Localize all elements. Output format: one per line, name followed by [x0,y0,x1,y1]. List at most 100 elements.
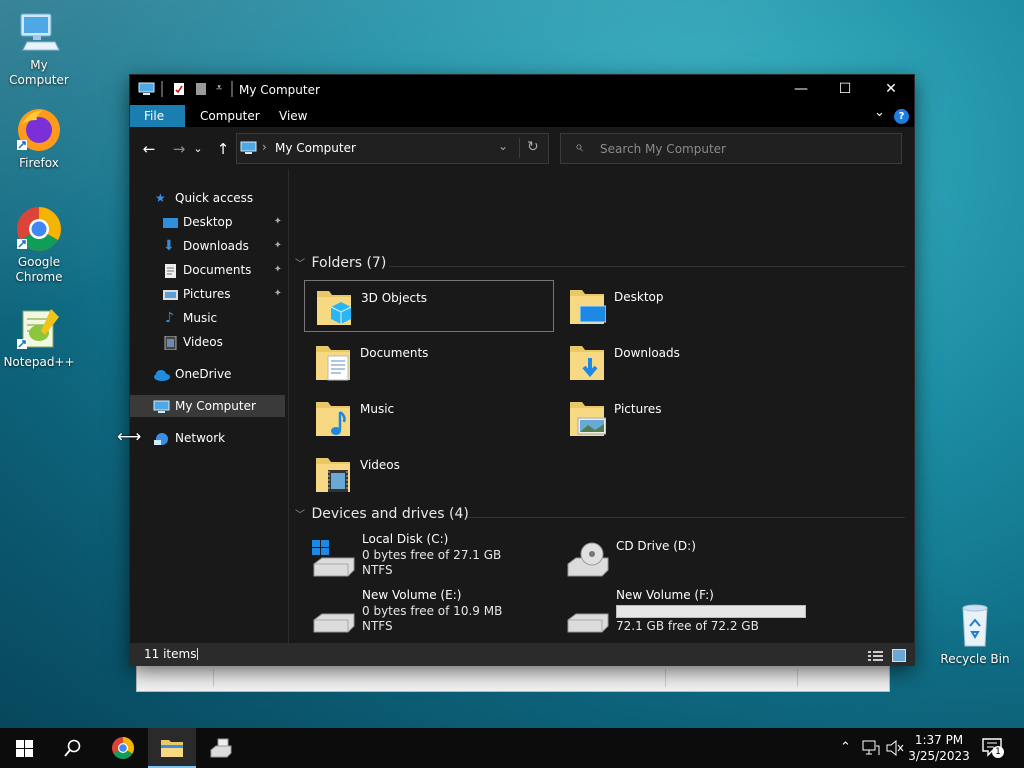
music-icon: ♪ [165,310,174,326]
tab-view[interactable]: View [265,105,321,127]
document-icon [163,263,178,278]
windows-drive-icon [310,540,356,578]
sidebar-item-my-computer[interactable]: My Computer [130,395,285,417]
refresh-icon[interactable]: ↻ [527,139,539,155]
folder-videos[interactable]: Videos [304,448,552,498]
folder-pictures[interactable]: Pictures [558,392,806,442]
navigation-bar: ← → ⌄ ↑ › My Computer ⌄ ↻ ⌕ Search My Co… [130,127,914,169]
pin-icon: ✦ [273,240,282,251]
desktop-icon-recycle-bin[interactable]: Recycle Bin [936,602,1014,667]
drive-e[interactable]: New Volume (E:) 0 bytes free of 10.9 MB … [306,588,556,640]
action-center-button[interactable]: 1 [982,738,1004,758]
video-icon [163,335,178,351]
divider [213,669,214,687]
details-view-icon[interactable] [868,648,883,670]
drive-usage-bar [616,605,806,618]
taskbar-chrome[interactable] [99,728,147,768]
desktop-icon-my-computer[interactable]: My Computer [0,8,78,88]
pin-icon: ✦ [273,216,282,227]
item-count: 11 items [144,647,197,661]
drives-section-header[interactable]: ﹀ Devices and drives (4) [295,506,905,528]
folder-videos-icon [314,454,352,494]
desktop-icon-notepadpp[interactable]: Notepad++ [0,305,78,370]
address-bar[interactable]: › My Computer ⌄ ↻ [236,133,549,164]
sidebar-item-music[interactable]: ♪ Music [130,307,285,329]
ribbon-tabs: File Computer View ⌄ ? [130,105,914,127]
drive-d[interactable]: CD Drive (D:) [560,532,810,584]
search-icon [64,739,81,757]
clock-time: 1:37 PM [914,733,964,747]
search-taskbar-button[interactable] [48,728,96,768]
desktop-icon-firefox[interactable]: Firefox [0,106,78,171]
sidebar-item-onedrive[interactable]: OneDrive [130,363,285,385]
cd-drive-icon [564,540,610,578]
sidebar-item-network[interactable]: Network [130,427,285,449]
maximize-button[interactable]: ☐ [822,75,868,105]
drive-c[interactable]: Local Disk (C:) 0 bytes free of 27.1 GB … [306,532,556,584]
divider [389,266,905,267]
start-button[interactable] [0,728,48,768]
folder-documents-icon [314,342,352,382]
folder-music[interactable]: Music [304,392,552,442]
star-icon: ★ [155,191,166,205]
tab-computer[interactable]: Computer [186,105,274,127]
search-icon: ⌕ [575,139,583,155]
sidebar-item-desktop[interactable]: Desktop ✦ [130,211,285,233]
new-folder-icon[interactable] [194,82,208,96]
drive-f[interactable]: New Volume (F:) 72.1 GB free of 72.2 GB [560,588,810,640]
chrome-icon [15,205,63,253]
recent-locations-button[interactable]: ⌄ [192,140,204,158]
folder-3d-objects[interactable]: 3D Objects [304,280,554,332]
taskbar-clock[interactable]: 1:37 PM 3/25/2023 [900,732,978,764]
content-pane: ﹀ Folders (7) 3D Objects Desktop Documen… [289,169,914,643]
folder-3d-objects-icon [315,287,353,327]
sidebar-item-pictures[interactable]: Pictures ✦ [130,283,285,305]
close-button[interactable]: ✕ [868,75,914,105]
recycle-bin-icon [951,602,999,650]
title-bar[interactable]: ⩡ My Computer — ☐ ✕ [130,75,914,105]
computer-icon [153,399,170,413]
search-box[interactable]: ⌕ Search My Computer [560,133,902,164]
folders-section-header[interactable]: ﹀ Folders (7) [295,255,905,277]
background-window-edge [136,664,890,692]
taskbar-disk-app[interactable] [197,728,245,768]
pin-icon: ✦ [273,264,282,275]
folder-music-icon [314,398,352,438]
back-button[interactable]: ← [139,140,159,158]
picture-icon [163,287,178,301]
folder-downloads[interactable]: Downloads [558,336,806,386]
sidebar-item-videos[interactable]: Videos [130,331,285,353]
divider [231,81,233,97]
drive-icon [564,596,610,634]
divider [467,517,905,518]
computer-icon [138,82,155,96]
folder-desktop-icon [568,286,607,326]
forward-button[interactable]: → [169,140,189,158]
customize-quick-access-icon[interactable]: ⩡ [216,81,230,95]
large-icons-view-icon[interactable] [892,647,906,669]
folder-icon [161,740,183,757]
folder-documents[interactable]: Documents [304,336,552,386]
tab-file[interactable]: File [130,105,185,127]
network-tray-icon[interactable] [862,740,880,756]
show-hidden-icons-button[interactable]: ⌃ [840,740,851,755]
help-icon[interactable]: ? [894,109,909,124]
collapse-icon: ﹀ [295,510,305,521]
notepadpp-icon [15,305,63,353]
sidebar-item-documents[interactable]: Documents ✦ [130,259,285,281]
divider [797,669,798,687]
address-dropdown-icon[interactable]: ⌄ [498,139,508,153]
expand-ribbon-icon[interactable]: ⌄ [874,105,885,120]
taskbar-file-explorer[interactable] [148,728,196,768]
properties-icon[interactable] [172,82,186,96]
drive-icon [310,596,356,634]
divider [197,648,198,660]
pin-icon: ✦ [273,288,282,299]
taskbar: ⌃ 1:37 PM 3/25/2023 1 [0,728,1024,768]
sidebar-item-downloads[interactable]: ⬇ Downloads ✦ [130,235,285,257]
up-button[interactable]: ↑ [213,140,233,158]
folder-desktop[interactable]: Desktop [558,280,806,330]
desktop-icon-chrome[interactable]: Google Chrome [0,205,78,285]
minimize-button[interactable]: — [778,75,824,105]
sidebar-item-quick-access[interactable]: ★ Quick access [130,187,285,209]
